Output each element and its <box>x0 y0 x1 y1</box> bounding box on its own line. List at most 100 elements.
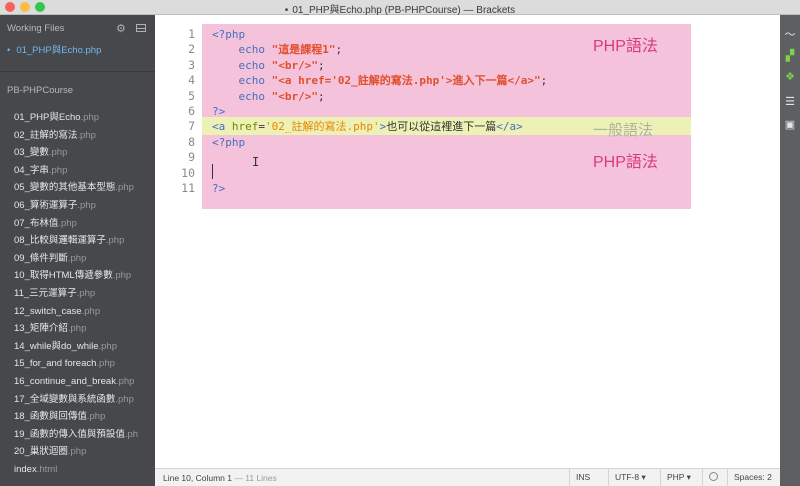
file-item[interactable]: 10_取得HTML傳遞參數.php <box>14 267 138 285</box>
file-item[interactable]: 01_PHP與Echo.php <box>14 109 138 127</box>
file-name: 12_switch_case <box>14 305 82 317</box>
code-line: <a href='02_註解的寫法.php'>也可以從這裡進下一篇</a> <box>212 119 547 134</box>
file-item[interactable]: 12_switch_case.php <box>14 303 138 321</box>
php-open-tag: <?php <box>212 28 246 41</box>
file-ext: .html <box>36 463 58 475</box>
semicolon: ; <box>335 43 343 57</box>
file-name: 18_函數與回傳值 <box>14 411 87 423</box>
code-line: ?> <box>212 104 547 119</box>
project-title[interactable]: PB-PHPCourse <box>7 85 73 96</box>
line-number: 11 <box>181 180 195 195</box>
file-item[interactable]: 02_註解的寫法.php <box>14 127 138 145</box>
file-name: index <box>14 463 37 475</box>
indent-spaces-toggle[interactable]: Spaces: 2 <box>727 469 778 486</box>
file-ext: .php <box>67 446 87 458</box>
file-name: 20_巢狀迴圈 <box>14 446 68 458</box>
file-item[interactable]: 06_算術運算子.php <box>14 197 138 215</box>
file-item[interactable]: 17_全域變數與系統函數.php <box>14 391 138 409</box>
file-name: 09_條件判斷 <box>14 252 68 264</box>
file-name: 14_while與do_while <box>14 340 99 352</box>
code-line: echo "<a href='02_註解的寫法.php'>進入下一篇</a>"; <box>212 73 548 88</box>
file-name: 19_函數的傳入值與預設值 <box>14 428 125 440</box>
file-item[interactable]: index.html <box>14 461 138 479</box>
echo-keyword: echo <box>238 43 266 57</box>
code-line: <?php <box>212 27 547 42</box>
file-item[interactable]: 15_for_and foreach.php <box>14 355 138 373</box>
file-item[interactable]: 19_函數的傳入值與預設值.ph <box>14 426 138 444</box>
file-ext: .php <box>58 217 77 229</box>
sidebar: Working Files ⚙ • 01_PHP與Echo.php PB-PHPC… <box>0 15 155 486</box>
right-toolbar: 〜 ▞ ❖ ☰ ▣ <box>780 15 800 486</box>
file-item[interactable]: 08_比較與邏輯運算子.php <box>14 232 138 250</box>
line-column: Line 10, Column 1 <box>163 473 232 483</box>
line-number: 3 <box>188 57 195 72</box>
string-literal: "<br/>" <box>271 58 318 72</box>
file-name: 04_字串 <box>14 164 49 176</box>
string-literal: "這是課程1" <box>271 43 336 57</box>
insert-mode-toggle[interactable]: INS <box>569 469 596 486</box>
php-open-tag: <?php <box>212 135 246 149</box>
file-ext: .php <box>96 358 115 370</box>
file-item[interactable]: 16_continue_and_break.php <box>14 373 138 391</box>
code-line: echo "<br/>"; <box>212 58 547 73</box>
file-item[interactable]: 05_變數的其他基本型態.php <box>14 179 138 197</box>
file-ext: .php <box>77 129 96 141</box>
linter-status[interactable] <box>702 469 720 486</box>
code-editor[interactable]: PHP語法 一般語法 PHP語法 1 2 3 4 5 6 7 8 9 10 11… <box>155 15 780 468</box>
lint-ring-icon <box>709 472 718 482</box>
cursor-position[interactable]: Line 10, Column 1 — 11 Lines <box>163 473 277 483</box>
extension-manager-icon[interactable]: ▞ <box>783 50 797 63</box>
php-close-tag: ?> <box>212 181 226 195</box>
code-line: <?php <box>212 135 547 150</box>
line-number: 6 <box>188 103 195 118</box>
file-list-icon[interactable]: ☰ <box>783 96 797 109</box>
code-lines[interactable]: <?php echo "這是課程1"; echo "<br/>"; echo "… <box>212 27 547 196</box>
file-item[interactable]: 09_條件判斷.php <box>14 250 138 268</box>
line-number: 5 <box>188 88 195 103</box>
file-item[interactable]: 13_矩陣介紹.php <box>14 320 138 338</box>
encoding-dropdown[interactable]: UTF-8 ▾ <box>608 469 652 486</box>
file-item[interactable]: 14_while與do_while.php <box>14 338 138 356</box>
file-ext: .php <box>112 270 132 282</box>
file-item[interactable]: 07_布林值.php <box>14 215 138 233</box>
php-syntax-label-bottom: PHP語法 <box>593 154 658 171</box>
extension-icon[interactable]: ❖ <box>783 71 797 84</box>
image-icon[interactable]: ▣ <box>783 119 797 132</box>
file-ext: .php <box>115 182 134 194</box>
working-files-header: Working Files <box>7 23 65 34</box>
file-item[interactable]: 04_字串.php <box>14 162 138 180</box>
working-file-name: 01_PHP與Echo.php <box>16 45 102 56</box>
file-name: 17_全域變數與系統函數 <box>14 393 116 405</box>
split-view-icon[interactable] <box>136 24 146 32</box>
file-ext: .php <box>48 147 68 159</box>
line-number: 9 <box>188 150 195 165</box>
html-attr: href <box>231 120 259 134</box>
file-ext: .php <box>48 164 68 176</box>
file-item[interactable]: 03_變數.php <box>14 144 138 162</box>
file-ext: .php <box>86 411 106 423</box>
project-file-list: 01_PHP與Echo.php 02_註解的寫法.php 03_變數.php 0… <box>14 109 138 478</box>
file-name: 16_continue_and_break <box>14 375 116 387</box>
file-item[interactable]: 18_函數與回傳值.php <box>14 408 138 426</box>
working-file-item[interactable]: • 01_PHP與Echo.php <box>0 43 155 59</box>
file-item[interactable]: 11_三元運算子.php <box>14 285 138 303</box>
file-name: 01_PHP與Echo <box>14 112 81 123</box>
line-number-gutter: 1 2 3 4 5 6 7 8 9 10 11 <box>155 27 195 196</box>
live-preview-icon[interactable]: 〜 <box>783 29 797 42</box>
semicolon: ; <box>317 58 325 72</box>
echo-keyword: echo <box>238 74 266 88</box>
file-name: 02_註解的寫法 <box>14 129 78 141</box>
language-dropdown[interactable]: PHP ▾ <box>660 469 697 486</box>
file-ext: .php <box>67 252 87 264</box>
html-attr-value: '02_註解的寫法.php' <box>265 120 380 134</box>
file-ext: .php <box>105 235 125 247</box>
file-item[interactable]: 20_巢狀迴圈.php <box>14 443 138 461</box>
file-name: 05_變數的其他基本型態 <box>14 182 116 194</box>
file-ext: .ph <box>124 428 139 440</box>
file-ext: .php <box>81 305 101 317</box>
sidebar-divider <box>0 71 155 72</box>
ibeam-cursor-icon: I <box>252 155 260 169</box>
file-name: 13_矩陣介紹 <box>14 323 68 335</box>
gear-icon[interactable]: ⚙ <box>116 22 126 35</box>
